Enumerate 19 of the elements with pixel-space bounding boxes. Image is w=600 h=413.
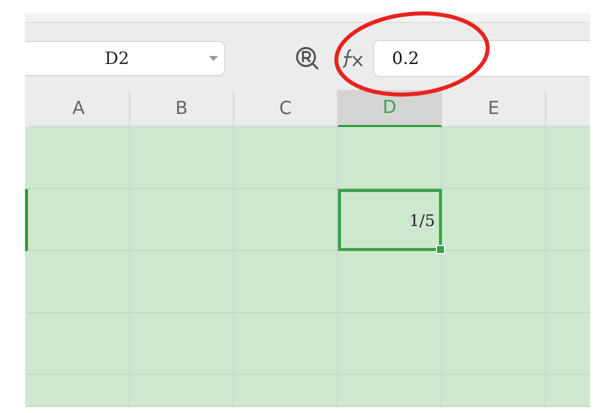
formula-value: 0.2 <box>392 48 420 68</box>
name-box[interactable]: D2 <box>25 41 225 76</box>
table-cell <box>546 313 590 375</box>
caret-icon <box>209 56 218 61</box>
table-cell[interactable]: 1/5 <box>338 189 442 251</box>
formula-field[interactable]: 0.2 <box>373 40 590 77</box>
column-header[interactable]: C <box>234 90 338 127</box>
table-cell <box>546 375 590 407</box>
function-icon[interactable] <box>341 48 365 70</box>
fill-handle[interactable] <box>436 245 445 254</box>
table-cell <box>546 189 590 251</box>
table-cell <box>546 127 590 189</box>
cell-value: 1/5 <box>409 210 435 230</box>
cell-reference: D2 <box>104 48 130 68</box>
column-header[interactable]: E <box>442 90 546 127</box>
column-header[interactable]: A <box>28 90 130 127</box>
zoom-icon[interactable] <box>295 46 321 72</box>
column-header[interactable]: B <box>130 90 234 127</box>
table-cell <box>546 251 590 313</box>
